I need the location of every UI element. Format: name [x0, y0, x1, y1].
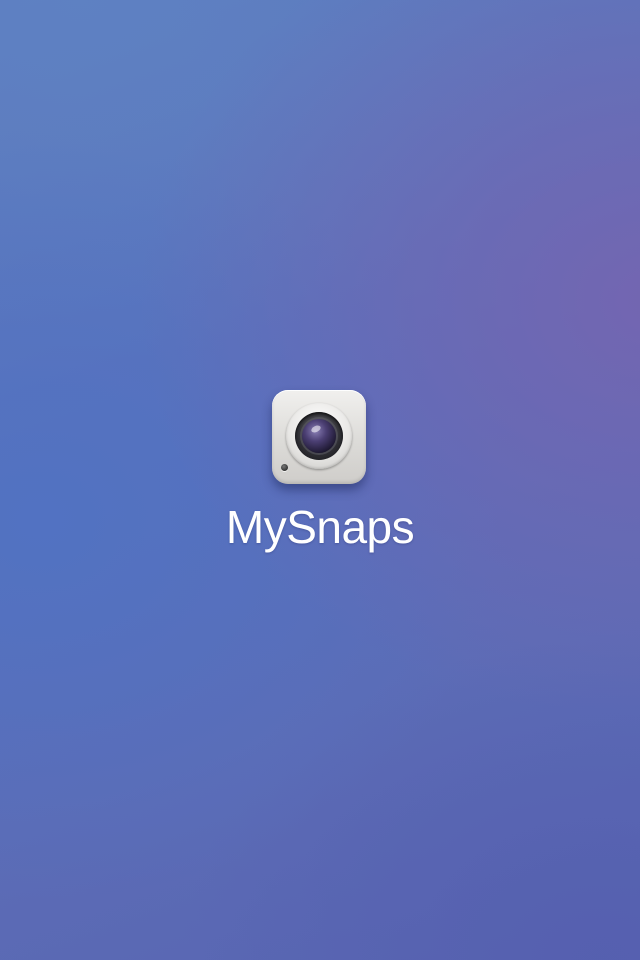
camera-icon [272, 390, 366, 484]
lens-glass [302, 419, 336, 453]
lens-outer [295, 412, 343, 460]
splash-screen: MySnaps [0, 0, 640, 960]
lens-ring [286, 403, 352, 469]
lens-glint [310, 424, 322, 434]
app-name: MySnaps [225, 501, 415, 553]
indicator-dot [281, 464, 288, 471]
